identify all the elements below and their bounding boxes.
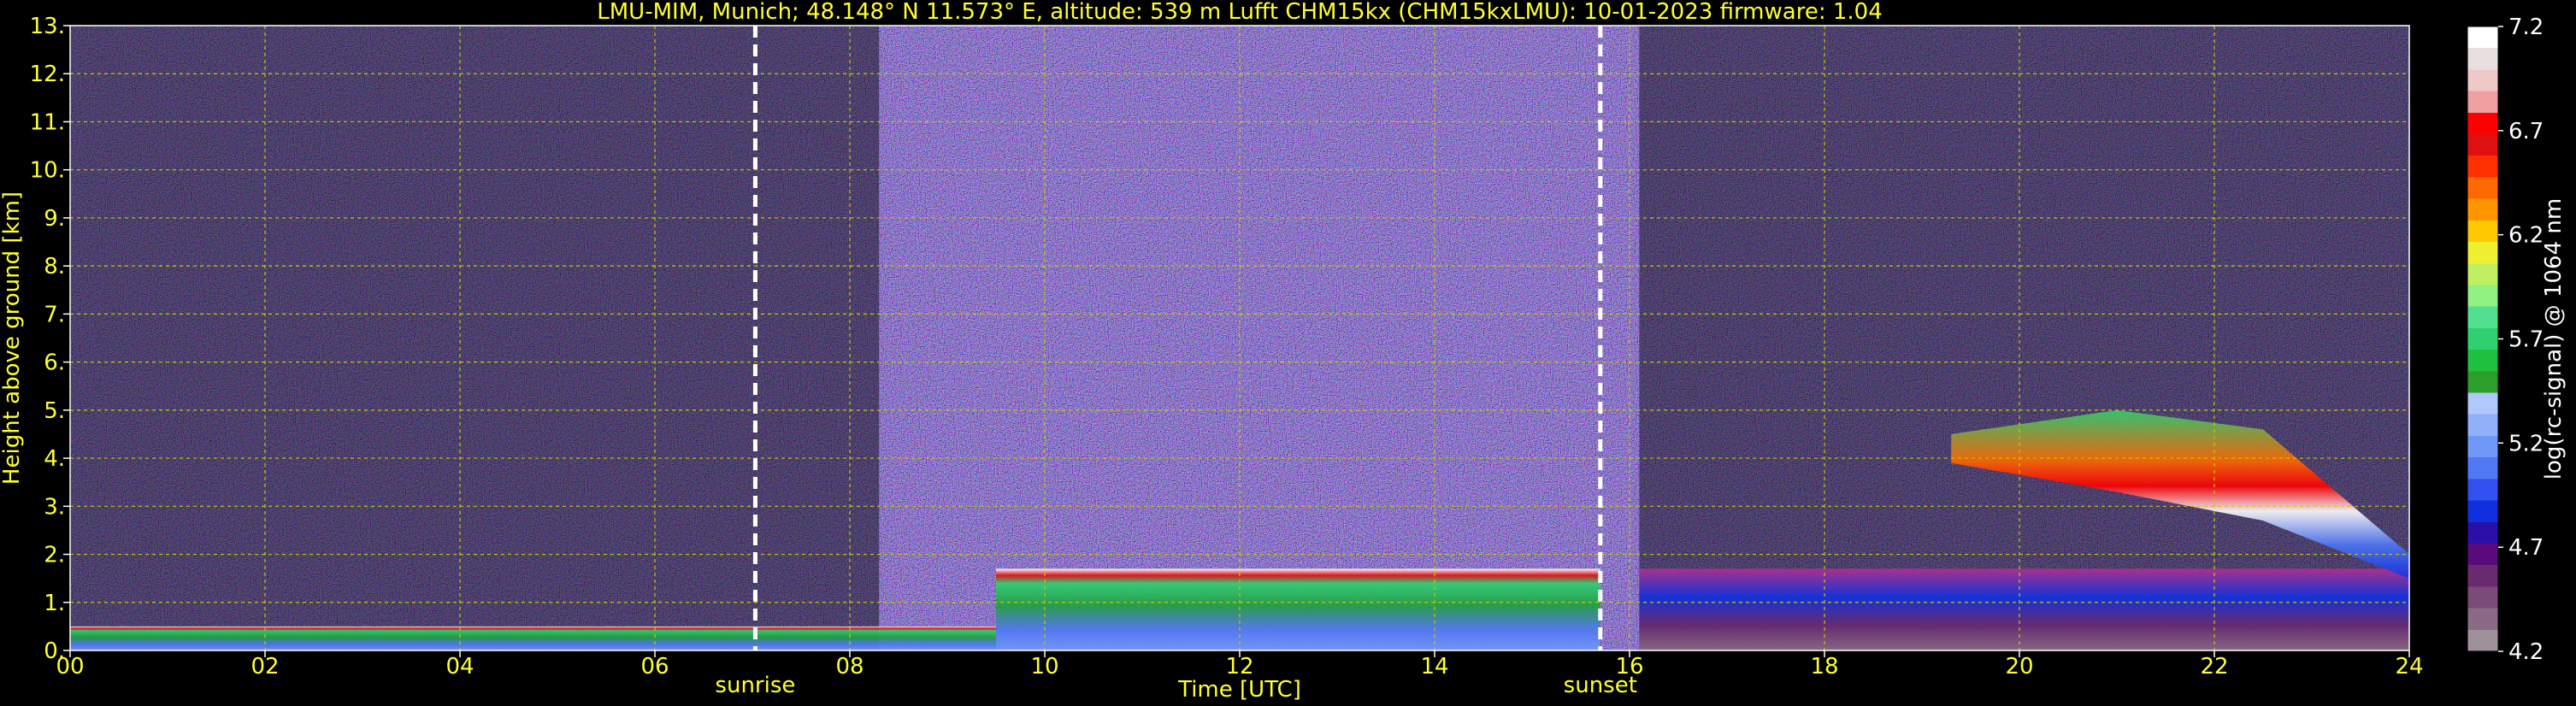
y-tick-label: 9.: [44, 206, 65, 232]
layer-aerosol-layer-day: [996, 568, 1600, 650]
layer-aerosol-layer-evening: [1639, 568, 2409, 650]
x-tick-label: 16: [1615, 654, 1643, 680]
y-tick-label: 12.: [30, 62, 65, 87]
x-tick-label: 14: [1420, 654, 1448, 680]
x-tick-label: 08: [835, 654, 864, 680]
x-tick-label: 18: [1810, 654, 1838, 680]
noise-fade-night: [70, 26, 880, 650]
y-tick-label: 0.: [44, 638, 65, 664]
colorbar-label: log(rc-signal) @ 1064 nm: [2541, 198, 2567, 479]
y-tick-label: 5.: [44, 398, 65, 424]
colorbar-tick-label: 5.7: [2508, 327, 2544, 353]
chart-title: LMU-MIM, Munich; 48.148° N 11.573° E, al…: [597, 0, 1882, 25]
sunrise-label: sunrise: [715, 673, 795, 698]
colorbar-rect: [2467, 26, 2499, 652]
colorbar-ticks: 4.2 4.7 5.2 5.7 6.2 6.7 7.2: [2498, 15, 2544, 665]
colorbar-tick-label: 5.2: [2508, 431, 2544, 456]
y-tick-label: 13.: [30, 14, 65, 39]
x-tick-label: 06: [640, 654, 669, 680]
y-tick-label: 11.: [30, 109, 65, 135]
y-tick-label: 7.: [44, 302, 65, 327]
y-tick-label: 2.: [44, 543, 65, 568]
y-axis-label: Height above ground [km]: [0, 191, 25, 485]
colorbar: 4.2 4.7 5.2 5.7 6.2 6.7 7.2 log(rc-signal) @ 1…: [2467, 15, 2567, 665]
plot-area: sunrise sunset: [69, 25, 2410, 698]
noise-fade-evening: [1639, 26, 2409, 650]
colorbar-tick-label: 7.2: [2508, 15, 2544, 40]
y-tick-label: 1.: [44, 591, 65, 616]
colorbar-tick-label: 6.7: [2508, 119, 2544, 144]
x-tick-label: 24: [2395, 654, 2423, 680]
colorbar-tick-label: 4.7: [2508, 535, 2544, 561]
layer-boundary-layer-night: [70, 626, 996, 650]
y-tick-label: 6.: [44, 350, 65, 376]
x-tick-label: 04: [445, 654, 474, 680]
y-tick-label: 3.: [44, 494, 65, 520]
ceilometer-chart: LMU-MIM, Munich; 48.148° N 11.573° E, al…: [0, 0, 2567, 703]
x-tick-label: 02: [251, 654, 279, 680]
x-tick-label: 22: [2200, 654, 2228, 680]
y-tick-label: 8.: [44, 254, 65, 279]
colorbar-tick-label: 6.2: [2508, 223, 2544, 249]
x-tick-label: 12: [1225, 654, 1253, 680]
x-axis-label: Time [UTC]: [1177, 677, 1301, 703]
y-tick-label: 4.: [44, 446, 65, 472]
x-tick-label: 20: [2005, 654, 2033, 680]
y-axis-ticks: 0. 1. 2. 3. 4. 5. 6. 7. 8. 9. 10. 11. 12. 13.: [30, 14, 70, 664]
colorbar-tick-label: 4.2: [2508, 639, 2544, 665]
x-axis-ticks: 00 02 04 06 08 10 12 14 16 18 20 22 24: [56, 650, 2424, 680]
x-tick-label: 10: [1030, 654, 1058, 680]
y-tick-label: 10.: [30, 158, 65, 184]
